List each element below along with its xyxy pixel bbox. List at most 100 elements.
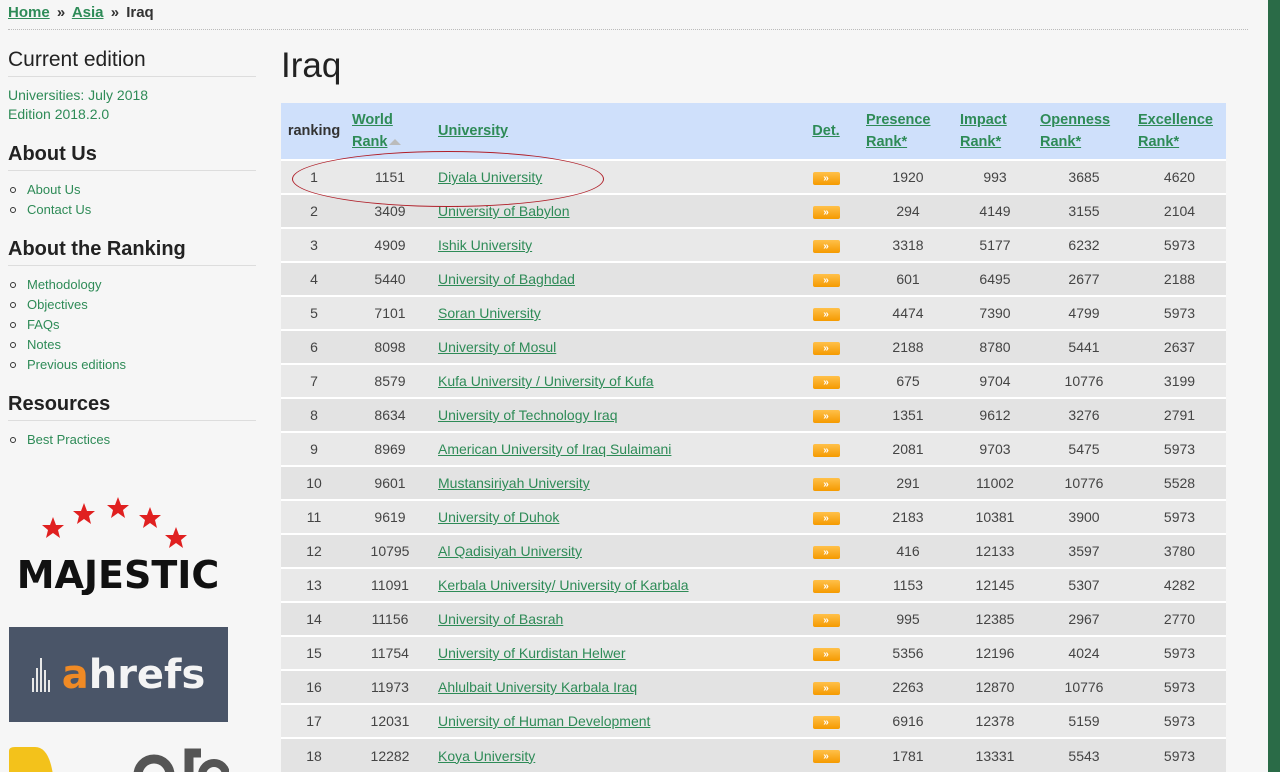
presence-rank-cell: 1153 [892, 577, 924, 593]
det-header-link[interactable]: Det. [812, 123, 839, 139]
details-button[interactable]: » [812, 477, 840, 491]
details-button[interactable]: » [812, 579, 840, 593]
openness-rank-sort-link[interactable]: Openness Rank* [1040, 112, 1110, 150]
ranking-table-body: 1 1151 Diyala University» 1920 993 3685 4620 2 3… [281, 160, 1226, 772]
university-link[interactable]: University of Mosul [438, 339, 556, 355]
det-cell: » [791, 228, 861, 262]
det-cell: » [791, 330, 861, 364]
breadcrumb-asia-link[interactable]: Asia [72, 4, 104, 21]
university-link[interactable]: American University of Iraq Sulaimani [438, 441, 671, 457]
excellence-rank-sort-link[interactable]: Excellence Rank* [1138, 112, 1213, 150]
university-link[interactable]: University of Human Development [438, 713, 650, 729]
excellence-rank-cell: 2188 [1163, 271, 1196, 287]
details-button[interactable]: » [812, 613, 840, 627]
university-link[interactable]: Mustansiriyah University [438, 475, 590, 491]
details-button[interactable]: » [812, 715, 840, 729]
details-button[interactable]: » [812, 647, 840, 661]
det-cell: » [791, 602, 861, 636]
details-button[interactable]: » [812, 273, 840, 287]
table-row: 9 8969 American University of Iraq Sulaima… [281, 432, 1226, 466]
presence-rank-cell: 1920 [892, 169, 924, 185]
university-link[interactable]: Ahlulbait University Karbala Iraq [438, 679, 637, 695]
university-link[interactable]: Koya University [438, 748, 535, 764]
presence-rank-sort-link[interactable]: Presence Rank* [866, 112, 931, 150]
resources-list: Best Practices [8, 430, 256, 450]
details-button[interactable]: » [812, 205, 840, 219]
details-button[interactable]: » [812, 750, 840, 764]
details-button[interactable]: » [812, 307, 840, 321]
university-cell: Kufa University / University of Kufa [433, 364, 791, 398]
objectives-link[interactable]: Objectives [27, 297, 88, 312]
university-link[interactable]: University of Baghdad [438, 271, 575, 287]
university-link[interactable]: University of Kurdistan Helwer [438, 645, 626, 661]
university-cell: Al Qadisiyah University [433, 534, 791, 568]
university-sort-link[interactable]: University [438, 123, 508, 139]
header-openness-rank[interactable]: Openness Rank* [1035, 103, 1133, 160]
university-cell: University of Duhok [433, 500, 791, 534]
best-practices-link[interactable]: Best Practices [27, 432, 110, 447]
about-us-link[interactable]: About Us [27, 182, 80, 197]
university-link[interactable]: Diyala University [438, 169, 542, 185]
ranking-cell: 13 [306, 577, 322, 593]
header-world-rank[interactable]: World Rank [347, 103, 433, 160]
details-button[interactable]: » [812, 239, 840, 253]
ahrefs-logo[interactable]: a hrefs [9, 627, 228, 722]
world-rank-cell: 12031 [370, 713, 410, 729]
university-link[interactable]: Soran University [438, 305, 541, 321]
university-link[interactable]: Kufa University / University of Kufa [438, 373, 654, 389]
openness-rank-cell: 5441 [1068, 339, 1100, 355]
header-impact-rank[interactable]: Impact Rank* [955, 103, 1035, 160]
partner-logo-partial[interactable] [9, 745, 229, 772]
details-button[interactable]: » [812, 375, 840, 389]
details-button[interactable]: » [812, 511, 840, 525]
details-button[interactable]: » [812, 443, 840, 457]
impact-rank-cell: 12378 [975, 713, 1015, 729]
breadcrumb-home-link[interactable]: Home [8, 4, 50, 21]
world-rank-cell: 8969 [374, 441, 406, 457]
openness-rank-cell: 5307 [1068, 577, 1100, 593]
faqs-link[interactable]: FAQs [27, 317, 60, 332]
university-link[interactable]: Kerbala University/ University of Karbal… [438, 577, 689, 593]
majestic-stars-icon: MAJESTIC [17, 497, 219, 597]
university-link[interactable]: University of Basrah [438, 611, 563, 627]
details-button[interactable]: » [812, 409, 840, 423]
header-university[interactable]: University [433, 103, 791, 160]
ranking-cell: 11 [306, 509, 322, 525]
world-rank-sort-link[interactable]: World Rank [352, 112, 393, 150]
header-det[interactable]: Det. [791, 103, 861, 160]
presence-rank-cell: 601 [896, 271, 920, 287]
majestic-logo[interactable]: MAJESTIC [17, 495, 223, 597]
university-link[interactable]: University of Babylon [438, 203, 570, 219]
notes-link[interactable]: Notes [27, 337, 61, 352]
table-header-row: ranking World Rank University Det. Presen… [281, 103, 1226, 160]
world-rank-cell: 7101 [374, 305, 406, 321]
world-rank-cell: 9619 [374, 509, 406, 525]
university-cell: American University of Iraq Sulaimani [433, 432, 791, 466]
sidebar-item-best-practices: Best Practices [8, 430, 256, 450]
university-cell: University of Technology Iraq [433, 398, 791, 432]
impact-rank-cell: 8780 [979, 339, 1011, 355]
det-cell: » [791, 704, 861, 738]
scrollbar-strip[interactable] [1268, 0, 1280, 772]
university-link[interactable]: Al Qadisiyah University [438, 543, 582, 559]
ranking-cell: 6 [310, 339, 318, 355]
table-row: 10 9601 Mustansiriyah University » 291 11002 1… [281, 466, 1226, 500]
world-rank-cell: 1151 [374, 169, 406, 185]
header-presence-rank[interactable]: Presence Rank* [861, 103, 955, 160]
impact-rank-sort-link[interactable]: Impact Rank* [960, 112, 1007, 150]
contact-us-link[interactable]: Contact Us [27, 202, 91, 217]
det-cell: » [791, 636, 861, 670]
university-link[interactable]: University of Duhok [438, 509, 559, 525]
presence-rank-cell: 4474 [892, 305, 924, 321]
university-link[interactable]: University of Technology Iraq [438, 407, 618, 423]
methodology-link[interactable]: Methodology [27, 277, 101, 292]
university-link[interactable]: Ishik University [438, 237, 532, 253]
details-button[interactable]: » [812, 341, 840, 355]
previous-editions-link[interactable]: Previous editions [27, 357, 126, 372]
header-divider [8, 29, 1248, 30]
impact-rank-cell: 12385 [975, 611, 1015, 627]
details-button[interactable]: » [812, 681, 840, 695]
header-excellence-rank[interactable]: Excellence Rank* [1133, 103, 1226, 160]
details-button[interactable]: » [812, 545, 840, 559]
details-button[interactable]: » [812, 171, 840, 185]
